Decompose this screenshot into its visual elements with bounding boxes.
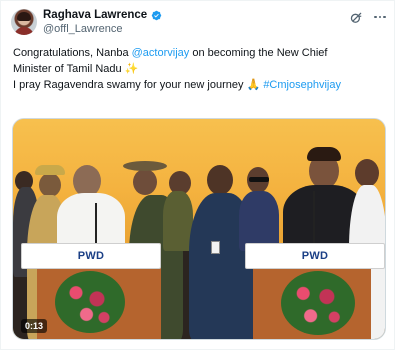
right-flower-arrangement xyxy=(281,271,355,335)
guard xyxy=(239,191,279,251)
tweet-card[interactable]: Raghava Lawrence @offl_Lawrence Congratu… xyxy=(0,0,395,350)
handle[interactable]: @offl_Lawrence xyxy=(43,23,122,35)
police-cap xyxy=(35,165,65,175)
sunglasses xyxy=(249,177,269,182)
mention-link[interactable]: @actorvijay xyxy=(132,47,190,59)
text-line1-suffix: on becoming the New Chief xyxy=(189,47,328,59)
grok-icon[interactable] xyxy=(349,11,363,25)
crowd-person xyxy=(355,159,379,187)
police-officer-head xyxy=(39,173,61,197)
text-line3-prefix: I pray Ragavendra swamy for your new jou… xyxy=(13,79,264,91)
text-line2: Minister of Tamil Nadu ✨ xyxy=(13,63,139,75)
soldier-head xyxy=(133,169,157,195)
right-podium-label: PWD xyxy=(245,243,385,269)
right-microphone xyxy=(313,191,315,243)
video-timestamp: 0:13 xyxy=(21,319,48,333)
soldier-hat xyxy=(123,161,167,171)
tweet-text: Congratulations, Nanba @actorvijay on be… xyxy=(13,45,385,93)
author-name-row: Raghava Lawrence xyxy=(43,9,162,21)
left-flower-arrangement xyxy=(55,271,125,333)
display-name[interactable]: Raghava Lawrence xyxy=(43,9,147,21)
center-man-head xyxy=(207,165,233,195)
video-player[interactable]: PWD PWD 0:13 xyxy=(12,118,386,340)
avatar[interactable] xyxy=(11,9,37,35)
left-microphone xyxy=(95,203,97,243)
left-podium-label: PWD xyxy=(21,243,161,269)
text-line1-prefix: Congratulations, Nanba xyxy=(13,47,132,59)
verified-badge-icon xyxy=(151,10,162,20)
more-options-icon[interactable] xyxy=(373,10,387,24)
speaker-right-hair xyxy=(307,147,341,161)
hashtag-link[interactable]: #Cmjosephvijay xyxy=(263,79,341,91)
id-badge xyxy=(211,241,220,254)
